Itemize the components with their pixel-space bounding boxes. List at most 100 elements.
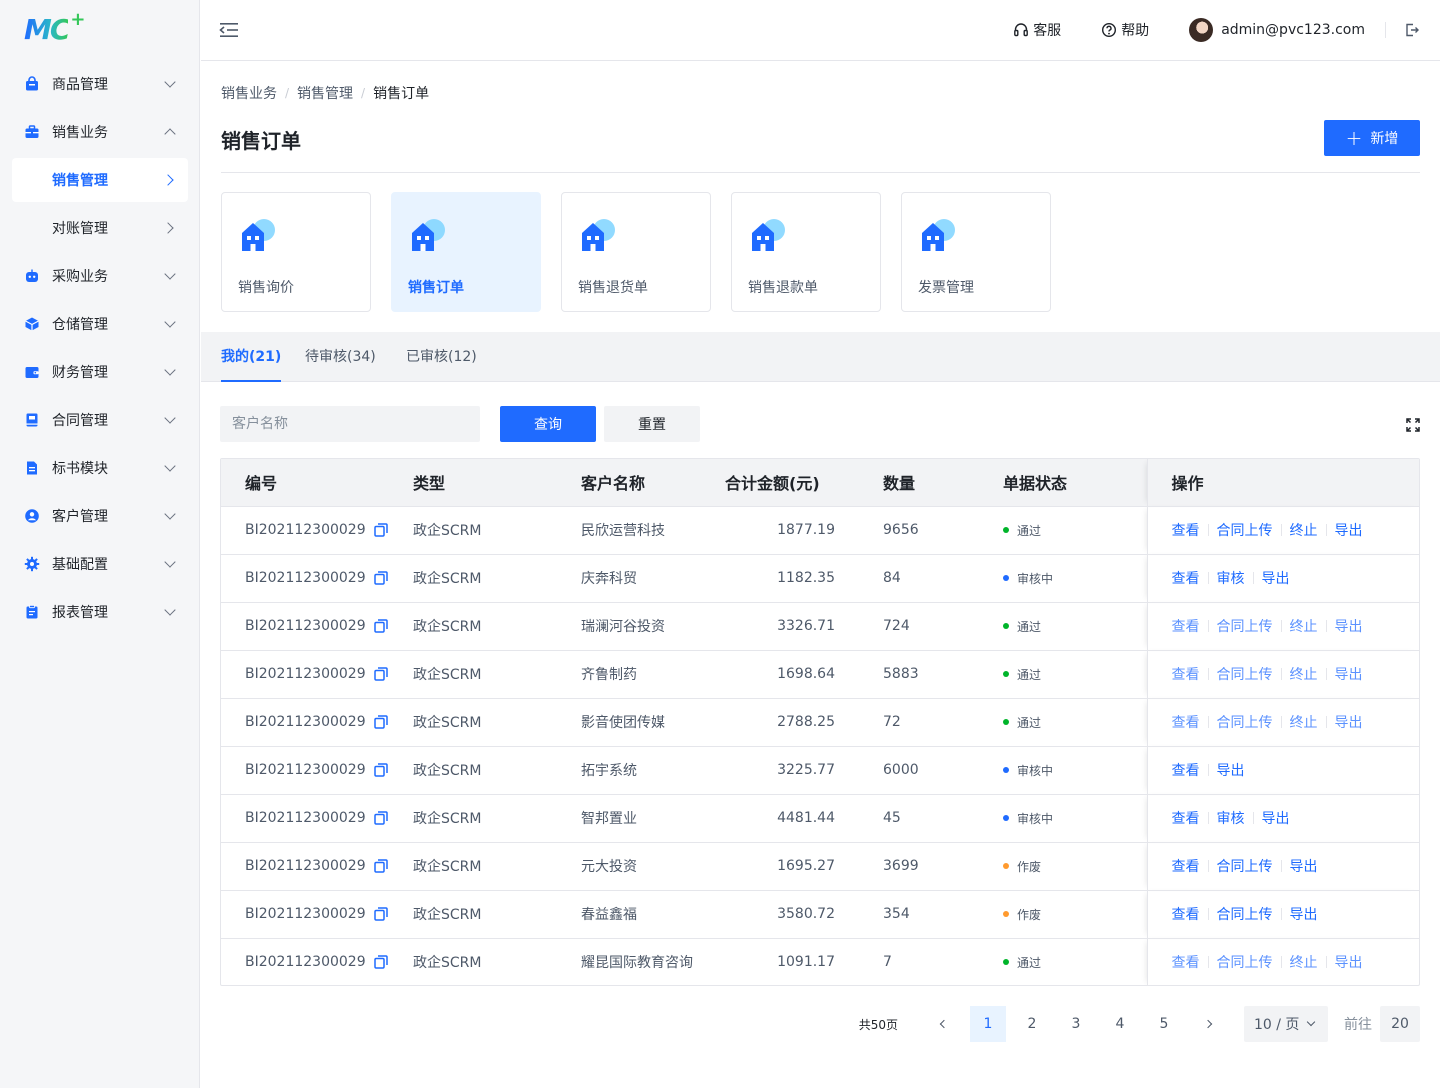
qty-cell: 9656	[859, 506, 979, 555]
sidebar-item-warehouse[interactable]: 仓储管理	[0, 300, 200, 348]
reset-button[interactable]: 重置	[604, 406, 700, 442]
row-action-link[interactable]: 导出	[1335, 952, 1363, 972]
help-link[interactable]: 帮助	[1101, 20, 1149, 40]
sidebar-item-label: 仓储管理	[52, 317, 108, 333]
row-action-link[interactable]: 终止	[1290, 616, 1318, 636]
row-action-link[interactable]: 导出	[1335, 520, 1363, 540]
sidebar-item-purchase[interactable]: 采购业务	[0, 252, 200, 300]
sidebar-subitem-1[interactable]: 对账管理	[0, 204, 200, 252]
logout-icon[interactable]	[1404, 22, 1420, 38]
copy-icon[interactable]	[366, 667, 388, 681]
tab-2[interactable]: 已审核(12)	[406, 332, 477, 382]
row-action-link[interactable]: 审核	[1217, 808, 1245, 828]
next-page-button[interactable]	[1190, 1006, 1226, 1042]
module-card[interactable]: 发票管理	[901, 192, 1051, 312]
sidebar-item-contract[interactable]: 合同管理	[0, 396, 200, 444]
sidebar-item-bid[interactable]: 标书模块	[0, 444, 200, 492]
row-action-link[interactable]: 查看	[1172, 808, 1200, 828]
status-text: 通过	[1017, 715, 1042, 730]
sidebar-item-sales[interactable]: 销售业务	[0, 108, 200, 156]
qty-cell: 7	[883, 954, 892, 971]
row-action-link[interactable]: 合同上传	[1217, 952, 1273, 972]
row-action-link[interactable]: 查看	[1172, 760, 1200, 780]
row-action-link[interactable]: 查看	[1172, 664, 1200, 684]
row-action-link[interactable]: 导出	[1335, 712, 1363, 732]
row-action-link[interactable]: 审核	[1217, 568, 1245, 588]
row-action-link[interactable]: 导出	[1290, 904, 1318, 924]
page-number-button[interactable]: 1	[970, 1006, 1006, 1042]
module-card[interactable]: 销售退货单	[561, 192, 711, 312]
breadcrumb-item[interactable]: 销售管理	[297, 83, 353, 103]
page-number-button[interactable]: 4	[1102, 1006, 1138, 1042]
page-size-select[interactable]: 10 / 页	[1244, 1006, 1328, 1042]
column-header: 数量	[859, 459, 979, 507]
user-circle-icon	[24, 508, 40, 524]
sidebar-item-finance[interactable]: 财务管理	[0, 348, 200, 396]
menu-collapse-icon[interactable]	[219, 20, 239, 40]
add-button[interactable]: + 新增	[1324, 120, 1420, 156]
code-cell: BI202112300029	[221, 698, 389, 747]
row-action-link[interactable]: 终止	[1290, 520, 1318, 540]
row-action-link[interactable]: 导出	[1335, 616, 1363, 636]
copy-icon[interactable]	[366, 907, 388, 921]
goto-page-input[interactable]	[1380, 1006, 1420, 1042]
row-action-link[interactable]: 导出	[1217, 760, 1245, 780]
page-number-button[interactable]: 2	[1014, 1006, 1050, 1042]
tab-1[interactable]: 待审核(34)	[305, 332, 376, 382]
row-action-link[interactable]: 查看	[1172, 856, 1200, 876]
user-profile[interactable]: admin@pvc123.com	[1189, 18, 1365, 42]
query-button[interactable]: 查询	[500, 406, 596, 442]
tab-0[interactable]: 我的(21)	[221, 332, 282, 382]
sidebar-item-report[interactable]: 报表管理	[0, 588, 200, 636]
sidebar-item-goods[interactable]: 商品管理	[0, 60, 200, 108]
copy-icon[interactable]	[366, 523, 388, 537]
row-action-link[interactable]: 合同上传	[1217, 616, 1273, 636]
row-action-link[interactable]: 合同上传	[1217, 664, 1273, 684]
prev-page-button[interactable]	[926, 1006, 962, 1042]
fullscreen-icon[interactable]	[1406, 418, 1420, 432]
sidebar-item-config[interactable]: 基础配置	[0, 540, 200, 588]
row-action-link[interactable]: 合同上传	[1217, 904, 1273, 924]
breadcrumb-item[interactable]: 销售业务	[221, 83, 277, 103]
logo-plus: +	[70, 9, 86, 30]
row-action-link[interactable]: 查看	[1172, 616, 1200, 636]
row-action-link[interactable]: 查看	[1172, 712, 1200, 732]
row-action-link[interactable]: 终止	[1290, 712, 1318, 732]
amount-cell: 1695.27	[725, 842, 859, 891]
copy-icon[interactable]	[366, 571, 388, 585]
module-card[interactable]: 销售退款单	[731, 192, 881, 312]
copy-icon[interactable]	[366, 811, 388, 825]
row-action-link[interactable]: 查看	[1172, 568, 1200, 588]
status-cell: 审核中	[979, 746, 1147, 795]
copy-icon[interactable]	[366, 955, 388, 969]
table-row: BI202112300029 政企SCRM 智邦置业 4481.44 45 审核中 查看 审核…	[221, 794, 1419, 843]
row-action-link[interactable]: 合同上传	[1217, 712, 1273, 732]
row-action-link[interactable]: 终止	[1290, 952, 1318, 972]
row-action-link[interactable]: 查看	[1172, 520, 1200, 540]
row-action-link[interactable]: 终止	[1290, 664, 1318, 684]
row-action-link[interactable]: 导出	[1262, 568, 1290, 588]
sidebar-subitem-0[interactable]: 销售管理	[12, 158, 188, 202]
module-card[interactable]: 销售询价	[221, 192, 371, 312]
breadcrumb-separator: /	[285, 86, 290, 100]
status-badge: 通过	[1003, 522, 1147, 539]
row-action-link[interactable]: 导出	[1290, 856, 1318, 876]
row-action-link[interactable]: 合同上传	[1217, 856, 1273, 876]
status-text: 作废	[1017, 907, 1042, 922]
row-action-link[interactable]: 合同上传	[1217, 520, 1273, 540]
page-number-button[interactable]: 3	[1058, 1006, 1094, 1042]
sidebar-item-customer[interactable]: 客户管理	[0, 492, 200, 540]
copy-icon[interactable]	[366, 715, 388, 729]
customer-name-input[interactable]	[220, 406, 480, 442]
copy-icon[interactable]	[366, 763, 388, 777]
status-cell: 通过	[979, 506, 1147, 555]
page-number-button[interactable]: 5	[1146, 1006, 1182, 1042]
row-action-link[interactable]: 导出	[1262, 808, 1290, 828]
module-card[interactable]: 销售订单	[391, 192, 541, 312]
customer-service-link[interactable]: 客服	[1013, 20, 1061, 40]
row-action-link[interactable]: 导出	[1335, 664, 1363, 684]
copy-icon[interactable]	[366, 619, 388, 633]
row-action-link[interactable]: 查看	[1172, 952, 1200, 972]
copy-icon[interactable]	[366, 859, 388, 873]
row-action-link[interactable]: 查看	[1172, 904, 1200, 924]
